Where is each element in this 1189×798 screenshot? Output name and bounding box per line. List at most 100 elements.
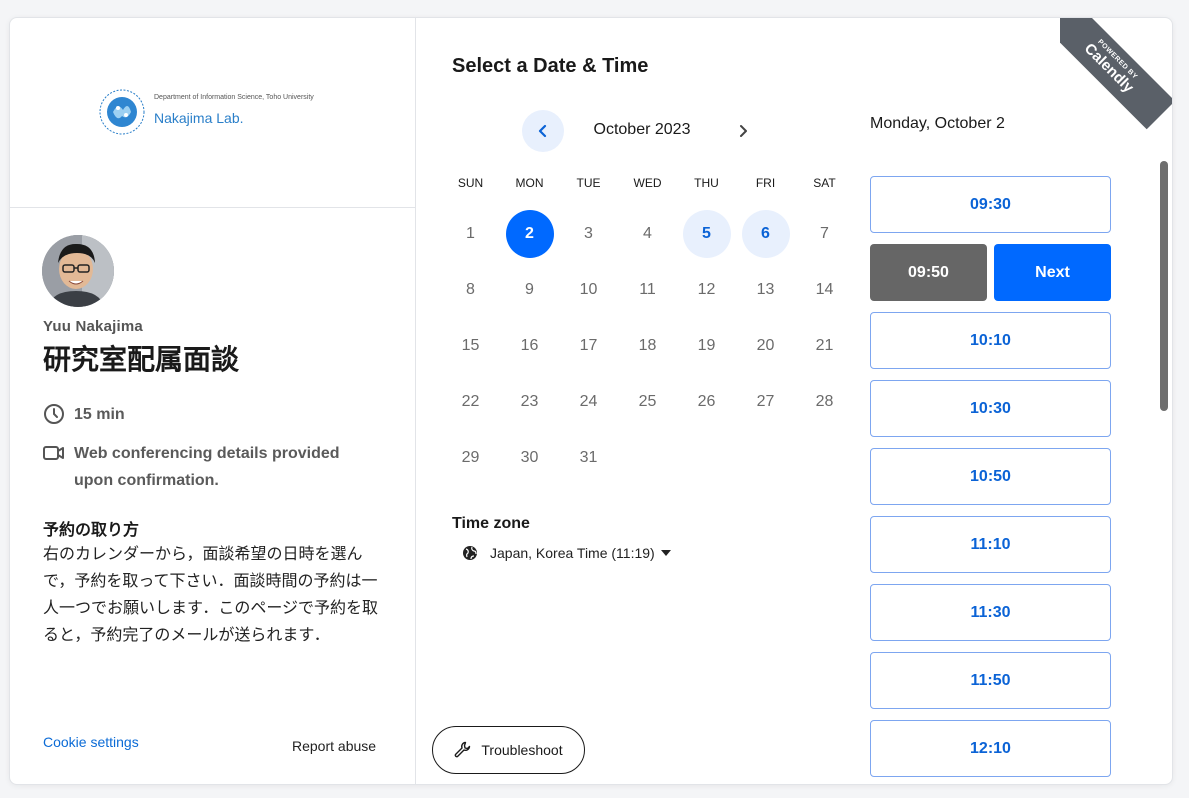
calendar-day-number bbox=[683, 434, 731, 482]
calendar-empty-cell bbox=[618, 430, 677, 486]
time-slot[interactable]: 10:10 bbox=[870, 312, 1111, 369]
calendar-day-number bbox=[742, 434, 790, 482]
selected-date-heading: Monday, October 2 bbox=[870, 115, 1005, 132]
calendar-day-number: 29 bbox=[461, 449, 480, 466]
calendar-day-number: 27 bbox=[756, 393, 775, 410]
calendar-day: 24 bbox=[559, 374, 618, 430]
troubleshoot-label: Troubleshoot bbox=[481, 742, 563, 758]
calendar-day: 26 bbox=[677, 374, 736, 430]
calendar-day: 15 bbox=[441, 318, 500, 374]
calendar-day-number: 15 bbox=[461, 337, 480, 354]
logo-lab-name: Nakajima Lab. bbox=[154, 110, 244, 126]
calendar-day[interactable]: 5 bbox=[677, 206, 736, 262]
event-conferencing: Web conferencing details provided upon c… bbox=[43, 440, 373, 494]
powered-by-ribbon[interactable]: POWERED BY Calendly bbox=[1060, 18, 1172, 130]
weekday-header: SUN MON TUE WED THU FRI SAT bbox=[441, 176, 861, 192]
calendar-day: 27 bbox=[736, 374, 795, 430]
calendar-day: 30 bbox=[500, 430, 559, 486]
calendar-day: 17 bbox=[559, 318, 618, 374]
calendar-day-number: 12 bbox=[697, 281, 716, 298]
calendar: SUN MON TUE WED THU FRI SAT 1 2 3 4 5 6 7 8 9 10 1… bbox=[441, 176, 861, 486]
calendar-day[interactable]: 6 bbox=[736, 206, 795, 262]
time-slot[interactable]: 10:30 bbox=[870, 380, 1111, 437]
timezone-selector[interactable]: Japan, Korea Time (11:19) bbox=[462, 545, 671, 561]
calendar-day: 11 bbox=[618, 262, 677, 318]
time-slot[interactable]: 11:10 bbox=[870, 516, 1111, 573]
host-avatar bbox=[42, 235, 114, 307]
current-month: October 2023 bbox=[593, 121, 691, 138]
caret-down-icon bbox=[660, 550, 671, 556]
calendar-day-number: 16 bbox=[520, 337, 539, 354]
calendar-day-number: 6 bbox=[741, 210, 790, 258]
calendar-day: 18 bbox=[618, 318, 677, 374]
timezone-title: Time zone bbox=[452, 515, 530, 532]
event-title: 研究室配属面談 bbox=[43, 344, 240, 375]
calendar-day-number: 30 bbox=[520, 449, 539, 466]
selected-time-slot: 09:50 Next bbox=[870, 244, 1112, 301]
calendar-day: 8 bbox=[441, 262, 500, 318]
calendar-week: 1 2 3 4 56 7 bbox=[441, 206, 861, 262]
wrench-icon bbox=[455, 741, 471, 758]
selected-time[interactable]: 09:50 bbox=[870, 244, 987, 301]
calendar-week: 8 9 10 11 12 13 14 bbox=[441, 262, 861, 318]
weekday-label: SAT bbox=[813, 176, 836, 190]
weekday-label: SUN bbox=[457, 176, 484, 190]
calendar-day-number: 3 bbox=[584, 225, 593, 242]
troubleshoot-button[interactable]: Troubleshoot bbox=[432, 726, 585, 774]
calendar-day: 16 bbox=[500, 318, 559, 374]
calendar-day[interactable]: 2 bbox=[500, 206, 559, 262]
calendar-day-number: 1 bbox=[466, 225, 475, 242]
calendar-day-number: 23 bbox=[520, 393, 539, 410]
calendar-day-number: 31 bbox=[579, 449, 598, 466]
time-slot[interactable]: 12:10 bbox=[870, 720, 1111, 777]
scrollbar-thumb[interactable] bbox=[1160, 161, 1168, 411]
calendar-day-number: 25 bbox=[638, 393, 657, 410]
calendar-day: 28 bbox=[795, 374, 854, 430]
time-slot[interactable]: 10:50 bbox=[870, 448, 1111, 505]
calendar-grid: 1 2 3 4 5 6 7 8 9 10 11 12 13 14 15 16 17 18 19 20 21 22 23 24 2… bbox=[441, 206, 861, 486]
calendar-day-number: 5 bbox=[682, 210, 731, 258]
calendar-day: 20 bbox=[736, 318, 795, 374]
time-slot[interactable]: 11:50 bbox=[870, 652, 1111, 709]
university-seal-icon bbox=[99, 89, 145, 135]
calendar-week: 22 23 24 25 26 27 28 bbox=[441, 374, 861, 430]
calendar-day: 19 bbox=[677, 318, 736, 374]
video-camera-icon bbox=[43, 446, 64, 460]
calendar-empty-cell bbox=[795, 430, 854, 486]
globe-icon bbox=[463, 546, 477, 560]
weekday-label: MON bbox=[515, 176, 544, 190]
calendar-day: 4 bbox=[618, 206, 677, 262]
chevron-right-icon bbox=[740, 125, 747, 137]
clock-icon bbox=[44, 404, 64, 424]
host-avatar-image bbox=[42, 235, 114, 307]
calendar-empty-cell bbox=[677, 430, 736, 486]
calendar-day-number: 22 bbox=[461, 393, 480, 410]
logo-area: Department of Information Science, Toho … bbox=[10, 18, 416, 208]
event-details-panel: Department of Information Science, Toho … bbox=[10, 18, 416, 784]
calendar-day: 25 bbox=[618, 374, 677, 430]
weekday-label: WED bbox=[633, 176, 662, 190]
calendar-day-number: 17 bbox=[579, 337, 598, 354]
calendar-day: 14 bbox=[795, 262, 854, 318]
cookie-settings-link[interactable]: Cookie settings bbox=[43, 734, 139, 750]
booking-card: Department of Information Science, Toho … bbox=[9, 17, 1173, 785]
calendar-day-number: 28 bbox=[815, 393, 834, 410]
time-slot[interactable]: 09:30 bbox=[870, 176, 1111, 233]
previous-month-button[interactable] bbox=[522, 110, 564, 152]
ribbon-band: POWERED BY Calendly bbox=[1060, 18, 1172, 130]
section-title: Select a Date & Time bbox=[452, 55, 649, 77]
calendar-day-number: 8 bbox=[466, 281, 475, 298]
chevron-left-icon bbox=[538, 124, 547, 138]
calendar-day-number: 18 bbox=[638, 337, 657, 354]
time-slot[interactable]: 11:30 bbox=[870, 584, 1111, 641]
calendar-day: 31 bbox=[559, 430, 618, 486]
lab-logo: Department of Information Science, Toho … bbox=[98, 88, 338, 140]
event-duration-text: 15 min bbox=[74, 406, 125, 423]
next-month-button[interactable] bbox=[722, 110, 764, 152]
timezone-value: Japan, Korea Time (11:19) bbox=[490, 545, 655, 561]
calendar-day-number: 20 bbox=[756, 337, 775, 354]
next-button[interactable]: Next bbox=[994, 244, 1111, 301]
calendar-day: 29 bbox=[441, 430, 500, 486]
report-abuse-link[interactable]: Report abuse bbox=[292, 738, 376, 754]
description-body: 右のカレンダーから，面談希望の日時を選んで，予約を取って下さい．面談時間の予約は… bbox=[43, 546, 379, 644]
